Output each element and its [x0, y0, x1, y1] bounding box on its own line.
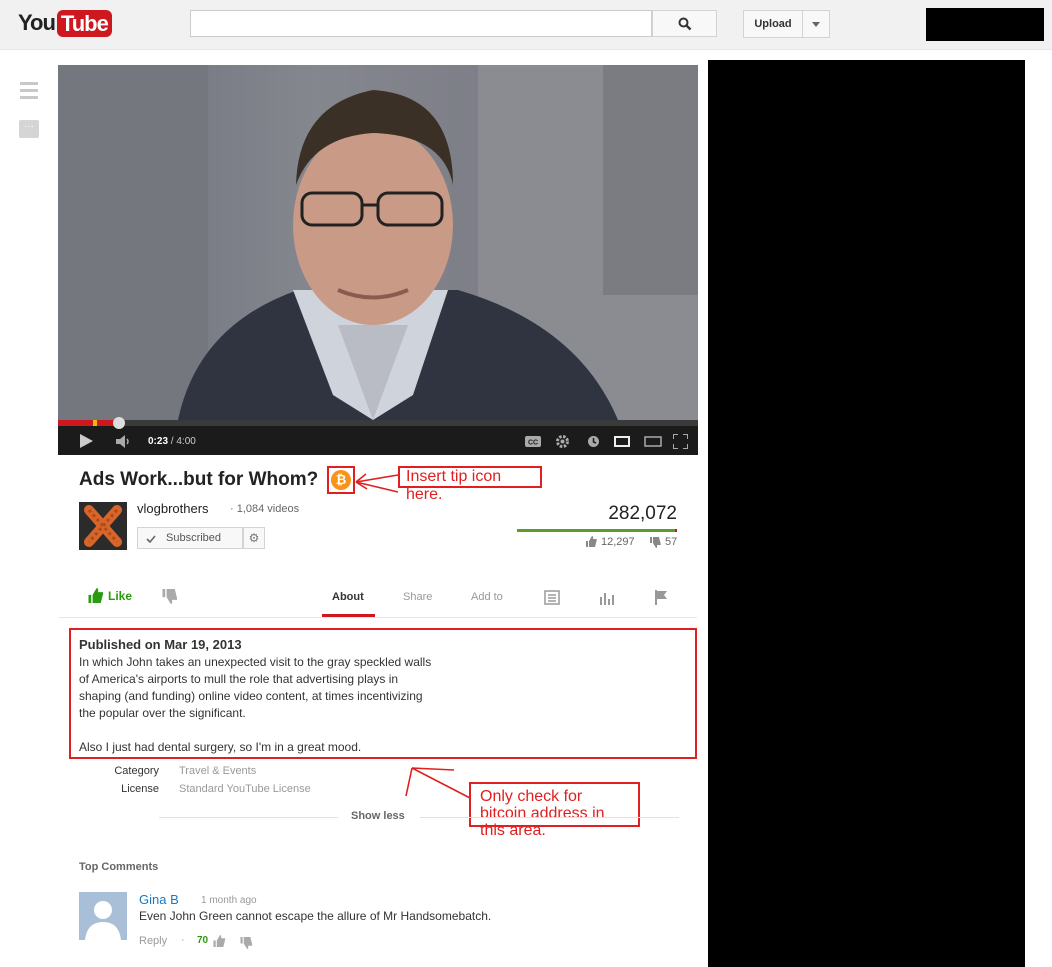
category-value[interactable]: Travel & Events [179, 765, 256, 777]
like-count: 12,297 [601, 536, 635, 548]
fullscreen-icon[interactable] [673, 434, 688, 449]
comment-text: Even John Green cannot escape the allure… [139, 909, 492, 923]
category-label: Category [114, 765, 159, 777]
tab-add-to[interactable]: Add to [471, 591, 503, 603]
upload-menu-button[interactable] [802, 10, 830, 38]
video-player[interactable]: 0:23 / 4:00 CC [58, 65, 698, 455]
separator-dot: · [181, 934, 185, 946]
time-display: 0:23 / 4:00 [148, 436, 196, 447]
channel-name[interactable]: vlogbrothers [137, 501, 209, 516]
bitcoin-icon[interactable]: ₿ [331, 470, 351, 490]
more-icon[interactable]: ··· [19, 120, 39, 138]
like-button[interactable]: Like [88, 588, 132, 603]
small-player-icon[interactable] [614, 436, 630, 447]
subscribed-label: Subscribed [166, 532, 222, 544]
settings-gear-icon[interactable] [555, 434, 570, 449]
progress-scrubber[interactable] [113, 417, 126, 429]
annotation-arrow [405, 767, 471, 799]
comment-upvote-icon[interactable] [213, 935, 226, 947]
player-controls: 0:23 / 4:00 CC [58, 417, 698, 455]
progress-bar[interactable] [58, 417, 698, 429]
annotation-arrow [355, 473, 399, 493]
like-ratio-fill [517, 529, 675, 532]
youtube-logo[interactable]: You Tube [18, 9, 112, 37]
logo-you: You [18, 10, 56, 35]
video-title: Ads Work...but for Whom? [79, 469, 319, 490]
chevron-down-icon [812, 22, 820, 27]
volume-icon[interactable] [116, 435, 132, 448]
search-icon [678, 17, 692, 31]
divider [420, 817, 679, 818]
video-frame[interactable] [58, 65, 698, 420]
commenter-avatar[interactable] [79, 892, 127, 940]
tab-about[interactable]: About [332, 591, 364, 603]
account-area[interactable] [926, 8, 1044, 41]
logo-tube: Tube [56, 9, 112, 37]
like-label: Like [108, 589, 133, 603]
guide-menu-line[interactable] [20, 89, 38, 92]
divider [59, 617, 697, 618]
channel-video-count[interactable]: · 1,084 videos [230, 503, 299, 515]
upload-button[interactable]: Upload [743, 10, 803, 38]
dislike-count: 57 [665, 536, 678, 548]
svg-text:CC: CC [528, 440, 538, 447]
captions-icon[interactable]: CC [525, 436, 541, 447]
thumbs-up-icon [88, 588, 104, 603]
play-icon[interactable] [79, 434, 93, 448]
sidebar-black-area [708, 60, 1025, 967]
show-less-button[interactable]: Show less [351, 810, 405, 822]
tip-icon-highlight: ₿ [327, 466, 355, 494]
annotation-insert-tip: Insert tip icon here. [398, 466, 542, 503]
search-input[interactable] [190, 10, 652, 37]
video-description: In which John takes an unexpected visit … [79, 655, 432, 754]
comment-vote-count: 70 [197, 935, 209, 946]
large-player-icon[interactable] [644, 436, 662, 447]
comment-time[interactable]: 1 month ago [201, 895, 257, 906]
tab-share[interactable]: Share [403, 591, 432, 603]
comment-reply-button[interactable]: Reply [139, 935, 167, 947]
divider [159, 817, 338, 818]
comment-author[interactable]: Gina B [139, 892, 179, 907]
flag-icon[interactable] [654, 590, 668, 605]
comment-downvote-icon[interactable] [240, 937, 253, 949]
channel-logo-icon [84, 505, 122, 547]
guide-menu-line[interactable] [20, 82, 38, 85]
thumbs-up-icon [586, 536, 597, 547]
checkmark-icon [146, 535, 156, 543]
license-value: Standard YouTube License [179, 783, 311, 795]
published-date: Published on Mar 19, 2013 [79, 637, 242, 652]
progress-played [58, 420, 120, 426]
progress-ad-marker [93, 420, 97, 426]
user-silhouette-icon [85, 901, 121, 940]
current-time: 0:23 [148, 436, 169, 447]
duration: / 4:00 [170, 436, 196, 447]
subscription-settings-icon[interactable]: ⚙ [243, 527, 265, 549]
video-frame-person [58, 65, 698, 420]
statistics-icon[interactable] [599, 591, 615, 605]
view-count: 282,072 [608, 503, 677, 524]
subscribed-button[interactable]: Subscribed [137, 527, 243, 549]
transcript-icon[interactable] [544, 590, 560, 605]
annotation-check-area: Only check for bitcoin address in this a… [469, 782, 640, 839]
comments-header: Top Comments [79, 861, 159, 873]
search-button[interactable] [652, 10, 717, 37]
thumbs-down-icon [650, 537, 661, 548]
channel-avatar[interactable] [79, 502, 127, 550]
dislike-button-icon[interactable] [162, 589, 178, 604]
like-ratio-bar [517, 529, 677, 532]
license-label: License [121, 783, 159, 795]
watch-later-icon[interactable] [587, 435, 600, 448]
guide-menu-line[interactable] [20, 96, 38, 99]
